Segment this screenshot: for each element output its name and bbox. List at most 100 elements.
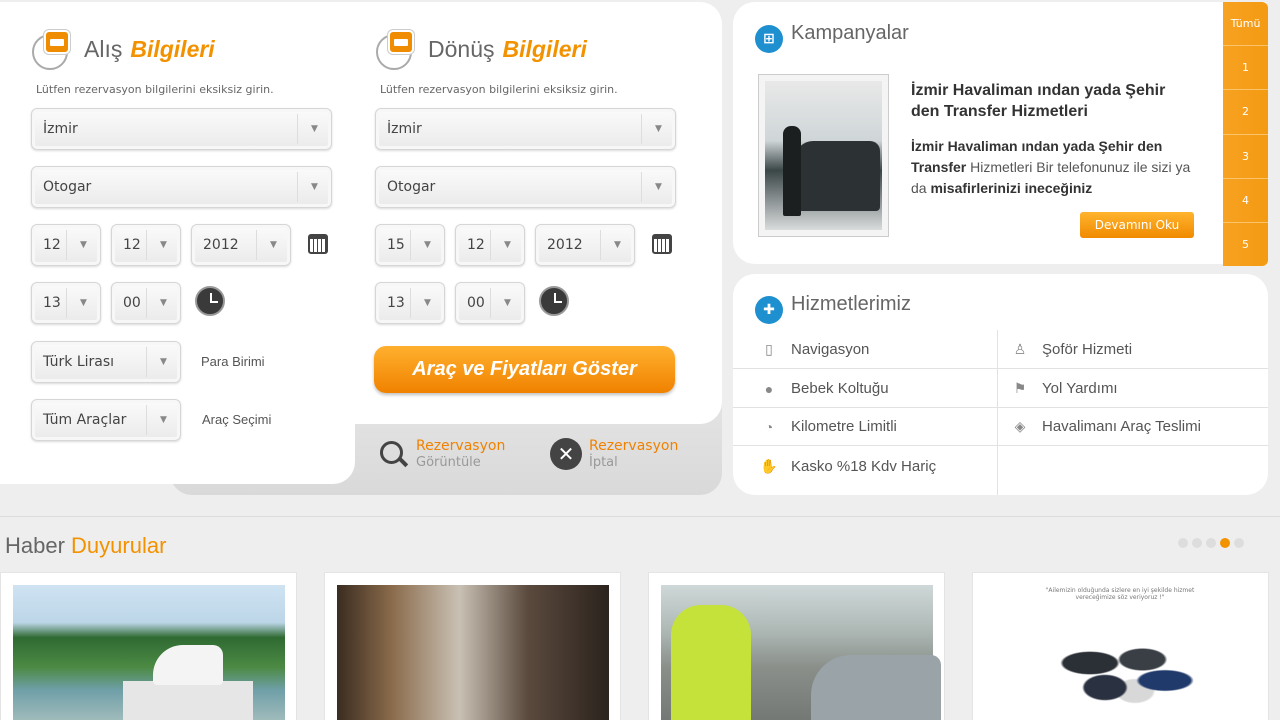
reservation-view-line2: Görüntüle <box>416 455 481 470</box>
news-title-accent: Duyurular <box>71 533 167 558</box>
carousel-dot[interactable] <box>1234 538 1244 548</box>
return-month-value: 12 <box>467 237 485 253</box>
return-day-select[interactable]: 15 ▼ <box>375 224 445 266</box>
campaigns-title: Kampanyalar <box>791 22 909 44</box>
chevron-down-icon: ▼ <box>146 230 180 260</box>
pager-1[interactable]: 1 <box>1223 46 1268 91</box>
chevron-down-icon: ▼ <box>600 230 634 260</box>
reservation-cancel-line2: İptal <box>589 455 618 470</box>
return-hour-select[interactable]: 13 ▼ <box>375 282 445 324</box>
chevron-down-icon: ▼ <box>256 230 290 260</box>
return-section-title: Dönüş Bilgileri <box>374 28 587 70</box>
chevron-down-icon: ▼ <box>641 172 675 202</box>
pickup-year-value: 2012 <box>203 237 239 253</box>
news-card-1[interactable] <box>0 572 297 720</box>
news-card-2[interactable] <box>324 572 621 720</box>
news-card-3[interactable] <box>648 572 945 720</box>
return-year-select[interactable]: 2012 ▼ <box>535 224 635 266</box>
car-icon: ◈ <box>1014 418 1026 434</box>
pager-5[interactable]: 5 <box>1223 222 1268 267</box>
pickup-calendar-icon[interactable] <box>308 234 328 254</box>
chevron-down-icon: ▼ <box>66 230 100 260</box>
service-airport-delivery[interactable]: ◈ Havalimanı Araç Teslimi <box>998 408 1268 446</box>
pickup-day-value: 12 <box>43 237 61 253</box>
services-title: Hizmetlerimiz <box>791 293 911 315</box>
section-separator <box>0 516 1280 517</box>
pickup-minute-value: 00 <box>123 295 141 311</box>
return-day-value: 15 <box>387 237 405 253</box>
service-driver[interactable]: ♙ Şoför Hizmeti <box>998 331 1268 369</box>
calendar-badge-icon <box>374 28 422 70</box>
pager-2[interactable]: 2 <box>1223 90 1268 135</box>
news-carousel-dots <box>1178 538 1248 548</box>
pickup-section-title: Alış Bilgileri <box>30 28 215 70</box>
search-icon <box>378 439 408 469</box>
service-navigation[interactable]: ▯ Navigasyon <box>733 331 997 369</box>
pager-3[interactable]: 3 <box>1223 134 1268 179</box>
return-minute-select[interactable]: 00 ▼ <box>455 282 525 324</box>
thumbs-up-icon: ✋ <box>760 457 778 474</box>
pickup-city-select[interactable]: İzmir ▼ <box>31 108 332 150</box>
campaign-image[interactable] <box>758 74 889 237</box>
carousel-dot[interactable] <box>1178 538 1188 548</box>
chevron-down-icon: ▼ <box>641 114 675 144</box>
currency-select[interactable]: Türk Lirası ▼ <box>31 341 181 383</box>
currency-value: Türk Lirası <box>43 354 115 370</box>
service-label: Şoför Hizmeti <box>1042 341 1133 358</box>
carousel-dot-active[interactable] <box>1220 538 1230 548</box>
reservation-cancel-line1: Rezervasyon <box>589 438 679 454</box>
news-card-4[interactable]: "Ailemizin olduğunda sizlere en iyi şeki… <box>972 572 1269 720</box>
reservation-view-link[interactable]: Rezervasyon Görüntüle <box>378 438 505 470</box>
reservation-cancel-link[interactable]: ✕ Rezervasyon İptal <box>550 438 678 470</box>
service-label: Bebek Koltuğu <box>791 380 889 397</box>
campaign-headline[interactable]: İzmir Havaliman ından yada Şehir den Tra… <box>911 80 1196 122</box>
pickup-hour-select[interactable]: 13 ▼ <box>31 282 101 324</box>
return-calendar-icon[interactable] <box>652 234 672 254</box>
carousel-dot[interactable] <box>1206 538 1216 548</box>
return-city-value: İzmir <box>387 121 422 137</box>
return-clock-icon[interactable] <box>539 286 569 316</box>
pickup-month-value: 12 <box>123 237 141 253</box>
return-year-value: 2012 <box>547 237 583 253</box>
service-insurance[interactable]: ✋ Kasko %18 Kdv Hariç <box>733 447 997 485</box>
return-location-select[interactable]: Otogar ▼ <box>375 166 676 208</box>
pickup-year-select[interactable]: 2012 ▼ <box>191 224 291 266</box>
pickup-minute-select[interactable]: 00 ▼ <box>111 282 181 324</box>
return-location-value: Otogar <box>387 179 436 195</box>
currency-label: Para Birimi <box>201 354 265 369</box>
read-more-button[interactable]: Devamını Oku <box>1080 212 1194 238</box>
close-icon: ✕ <box>550 438 582 470</box>
chevron-down-icon: ▼ <box>146 405 180 435</box>
news-image-traffic-police[interactable] <box>661 585 941 720</box>
chevron-down-icon: ▼ <box>146 347 180 377</box>
return-city-select[interactable]: İzmir ▼ <box>375 108 676 150</box>
pager-4[interactable]: 4 <box>1223 178 1268 223</box>
calendar-badge-icon <box>30 28 78 70</box>
pickup-day-select[interactable]: 12 ▼ <box>31 224 101 266</box>
return-title-light: Dönüş <box>428 35 495 62</box>
return-month-select[interactable]: 12 ▼ <box>455 224 525 266</box>
news-image-statue[interactable] <box>13 585 285 720</box>
show-vehicles-button[interactable]: Araç ve Fiyatları Göster <box>374 346 675 393</box>
news-title-light: Haber <box>5 533 65 558</box>
vehicle-select[interactable]: Tüm Araçlar ▼ <box>31 399 181 441</box>
pickup-location-select[interactable]: Otogar ▼ <box>31 166 332 208</box>
service-km-limit[interactable]: ◔ Kilometre Limitli <box>733 408 997 446</box>
chevron-down-icon: ▼ <box>66 288 100 318</box>
service-label: Yol Yardımı <box>1042 380 1118 397</box>
service-roadside[interactable]: ⚑ Yol Yardımı <box>998 370 1268 408</box>
service-label: Havalimanı Araç Teslimi <box>1042 418 1201 435</box>
vehicle-value: Tüm Araçlar <box>43 412 127 428</box>
service-baby-seat[interactable]: ● Bebek Koltuğu <box>733 370 997 408</box>
pickup-month-select[interactable]: 12 ▼ <box>111 224 181 266</box>
chevron-down-icon: ▼ <box>410 230 444 260</box>
gift-icon: ⊞ <box>755 25 783 53</box>
pickup-title-bold: Bilgileri <box>130 35 215 62</box>
news-image-cars[interactable]: "Ailemizin olduğunda sizlere en iyi şeki… <box>985 585 1257 720</box>
return-title-bold: Bilgileri <box>502 35 587 62</box>
pager-all[interactable]: Tümü <box>1223 2 1268 47</box>
news-image-bazaar[interactable] <box>337 585 609 720</box>
carousel-dot[interactable] <box>1192 538 1202 548</box>
chevron-down-icon: ▼ <box>410 288 444 318</box>
pickup-clock-icon[interactable] <box>195 286 225 316</box>
